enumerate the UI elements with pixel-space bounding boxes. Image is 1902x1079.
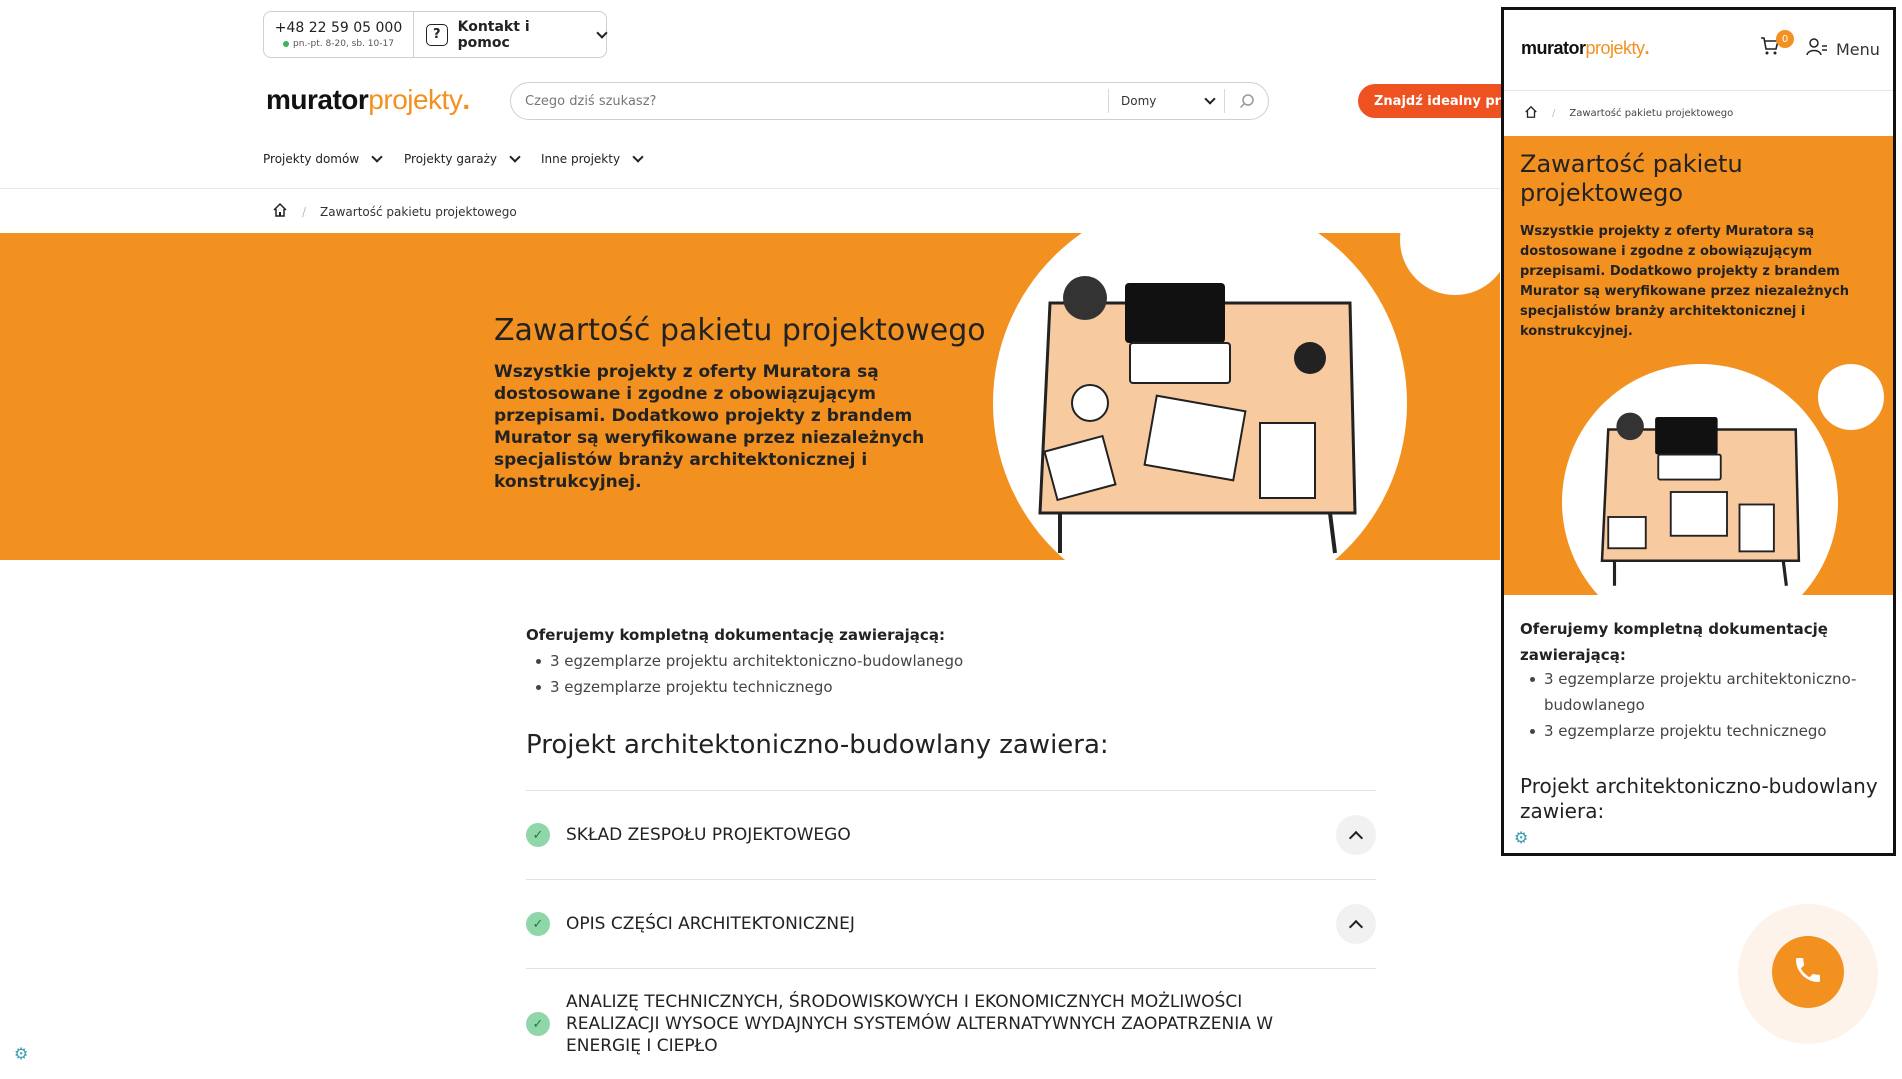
nav-inne-projekty[interactable]: Inne projekty xyxy=(541,151,644,166)
contact-box: +48 22 59 05 000 pn.-pt. 8-20, sb. 10-17… xyxy=(263,11,608,58)
chevron-down-icon xyxy=(632,151,644,163)
section-title: Projekt architektoniczno-budowlany zawie… xyxy=(526,730,1109,760)
category-select[interactable]: Domy xyxy=(1108,89,1224,113)
status-dot xyxy=(283,41,290,47)
nav-label: Inne projekty xyxy=(541,152,621,166)
logo-dot: . xyxy=(462,84,470,115)
check-icon: ✓ xyxy=(526,912,550,936)
hero-title: Zawartość pakietu projektowego xyxy=(494,313,986,348)
accordion-item[interactable]: ✓ SKŁAD ZESPOŁU PROJEKTOWEGO xyxy=(526,790,1376,879)
nav-label: Projekty garaży xyxy=(404,152,497,166)
logo-part1: murator xyxy=(1521,38,1586,58)
list-item: 3 egzemplarze projektu architektoniczno-… xyxy=(536,648,963,674)
mobile-hero-title: Zawartość pakietu projektowego xyxy=(1520,150,1743,207)
accordion-title: ANALIZĘ TECHNICZNYCH, ŚRODOWISKOWYCH I E… xyxy=(566,992,1274,1056)
package-list: 3 egzemplarze projektu architektoniczno-… xyxy=(536,648,963,700)
check-icon: ✓ xyxy=(526,823,550,847)
chevron-up-icon[interactable] xyxy=(1336,904,1376,944)
mobile-package-list: 3 egzemplarze projektu architektoniczno-… xyxy=(1530,666,1870,744)
chevron-down-icon xyxy=(1204,93,1216,105)
accordion-title: OPIS CZĘŚCI ARCHITEKTONICZNEJ xyxy=(566,914,855,934)
logo-part1: murator xyxy=(266,84,369,115)
phone-number[interactable]: +48 22 59 05 000 xyxy=(275,20,403,36)
desk-illustration xyxy=(1600,412,1801,586)
cart-count-badge: 0 xyxy=(1776,30,1794,48)
accordion-item[interactable]: ✓ ANALIZĘ TECHNICZNYCH, ŚRODOWISKOWYCH I… xyxy=(526,968,1376,1079)
search-bar: Czego dziś szukasz? Domy xyxy=(510,82,1269,120)
search-input[interactable]: Czego dziś szukasz? xyxy=(511,94,1108,109)
chevron-down-icon xyxy=(509,151,521,163)
help-dropdown[interactable]: ? Kontakt i pomoc xyxy=(414,12,608,57)
mobile-preview: muratorprojekty. 0 Menu / Zawartość paki… xyxy=(1501,7,1896,856)
breadcrumb-separator: / xyxy=(1552,108,1556,119)
chevron-down-icon xyxy=(596,26,608,39)
check-icon: ✓ xyxy=(526,1012,550,1036)
hero-text: Wszystkie projekty z oferty Muratora są … xyxy=(494,362,925,492)
home-icon[interactable] xyxy=(1524,105,1538,122)
mobile-intro: Oferujemy kompletną dokumentację zawiera… xyxy=(1520,620,1828,664)
user-menu-icon xyxy=(1806,37,1828,61)
accordion-item[interactable]: ✓ OPIS CZĘŚCI ARCHITEKTONICZNEJ xyxy=(526,879,1376,968)
nav-label: Projekty domów xyxy=(263,152,360,166)
breadcrumb-current: Zawartość pakietu projektowego xyxy=(320,204,517,219)
breadcrumb-current: Zawartość pakietu projektowego xyxy=(1569,108,1734,119)
list-item: 3 egzemplarze projektu architektoniczno-… xyxy=(1530,666,1870,718)
decorative-circle xyxy=(1818,364,1884,430)
office-hours: pn.-pt. 8-20, sb. 10-17 xyxy=(293,39,394,49)
mobile-breadcrumb: / Zawartość pakietu projektowego xyxy=(1504,90,1893,136)
gear-icon[interactable]: ⚙ xyxy=(14,1044,28,1063)
list-item: 3 egzemplarze projektu technicznego xyxy=(1530,718,1870,744)
chevron-up-icon[interactable] xyxy=(1336,815,1376,855)
phone-block[interactable]: +48 22 59 05 000 pn.-pt. 8-20, sb. 10-17 xyxy=(264,12,414,57)
decorative-circle xyxy=(1400,233,1500,295)
search-icon[interactable] xyxy=(1224,89,1268,113)
logo-part2: projekty xyxy=(1585,38,1646,58)
intro-text: Oferujemy kompletną dokumentację zawiera… xyxy=(526,626,945,644)
divider xyxy=(0,188,1500,189)
hero-banner: Zawartość pakietu projektowego Wszystkie… xyxy=(0,233,1500,560)
call-button[interactable] xyxy=(1772,936,1844,1008)
category-value: Domy xyxy=(1121,94,1157,108)
breadcrumb-separator: / xyxy=(302,204,307,219)
menu-label: Menu xyxy=(1836,39,1880,59)
mobile-hero: Zawartość pakietu projektowego Wszystkie… xyxy=(1504,136,1893,595)
breadcrumb: / Zawartość pakietu projektowego xyxy=(272,202,517,221)
mobile-hero-text: Wszystkie projekty z oferty Muratora są … xyxy=(1520,224,1850,339)
mobile-header: muratorprojekty. 0 Menu xyxy=(1504,10,1893,90)
logo[interactable]: muratorprojekty. xyxy=(266,84,470,116)
home-icon[interactable] xyxy=(272,202,288,221)
nav-projekty-garazy[interactable]: Projekty garaży xyxy=(404,151,521,166)
logo-part2: projekty xyxy=(368,84,463,115)
desk-illustration xyxy=(1038,276,1357,554)
accordion-title: SKŁAD ZESPOŁU PROJEKTOWEGO xyxy=(566,825,851,845)
gear-icon[interactable]: ⚙ xyxy=(1514,828,1528,847)
nav-projekty-domow[interactable]: Projekty domów xyxy=(263,151,383,166)
hours-row: pn.-pt. 8-20, sb. 10-17 xyxy=(283,39,394,49)
logo-dot: . xyxy=(1644,38,1650,58)
find-ideal-project-button[interactable]: Znajdź idealny proj xyxy=(1358,84,1518,118)
phone-icon xyxy=(1792,954,1824,990)
menu-button[interactable]: Menu xyxy=(1806,37,1880,61)
mobile-logo[interactable]: muratorprojekty. xyxy=(1521,38,1650,59)
chevron-down-icon xyxy=(371,151,383,163)
list-item: 3 egzemplarze projektu technicznego xyxy=(536,674,963,700)
help-label: Kontakt i pomoc xyxy=(457,18,530,51)
mobile-section-title: Projekt architektoniczno-budowlany zawie… xyxy=(1520,774,1878,823)
question-icon: ? xyxy=(426,23,448,46)
